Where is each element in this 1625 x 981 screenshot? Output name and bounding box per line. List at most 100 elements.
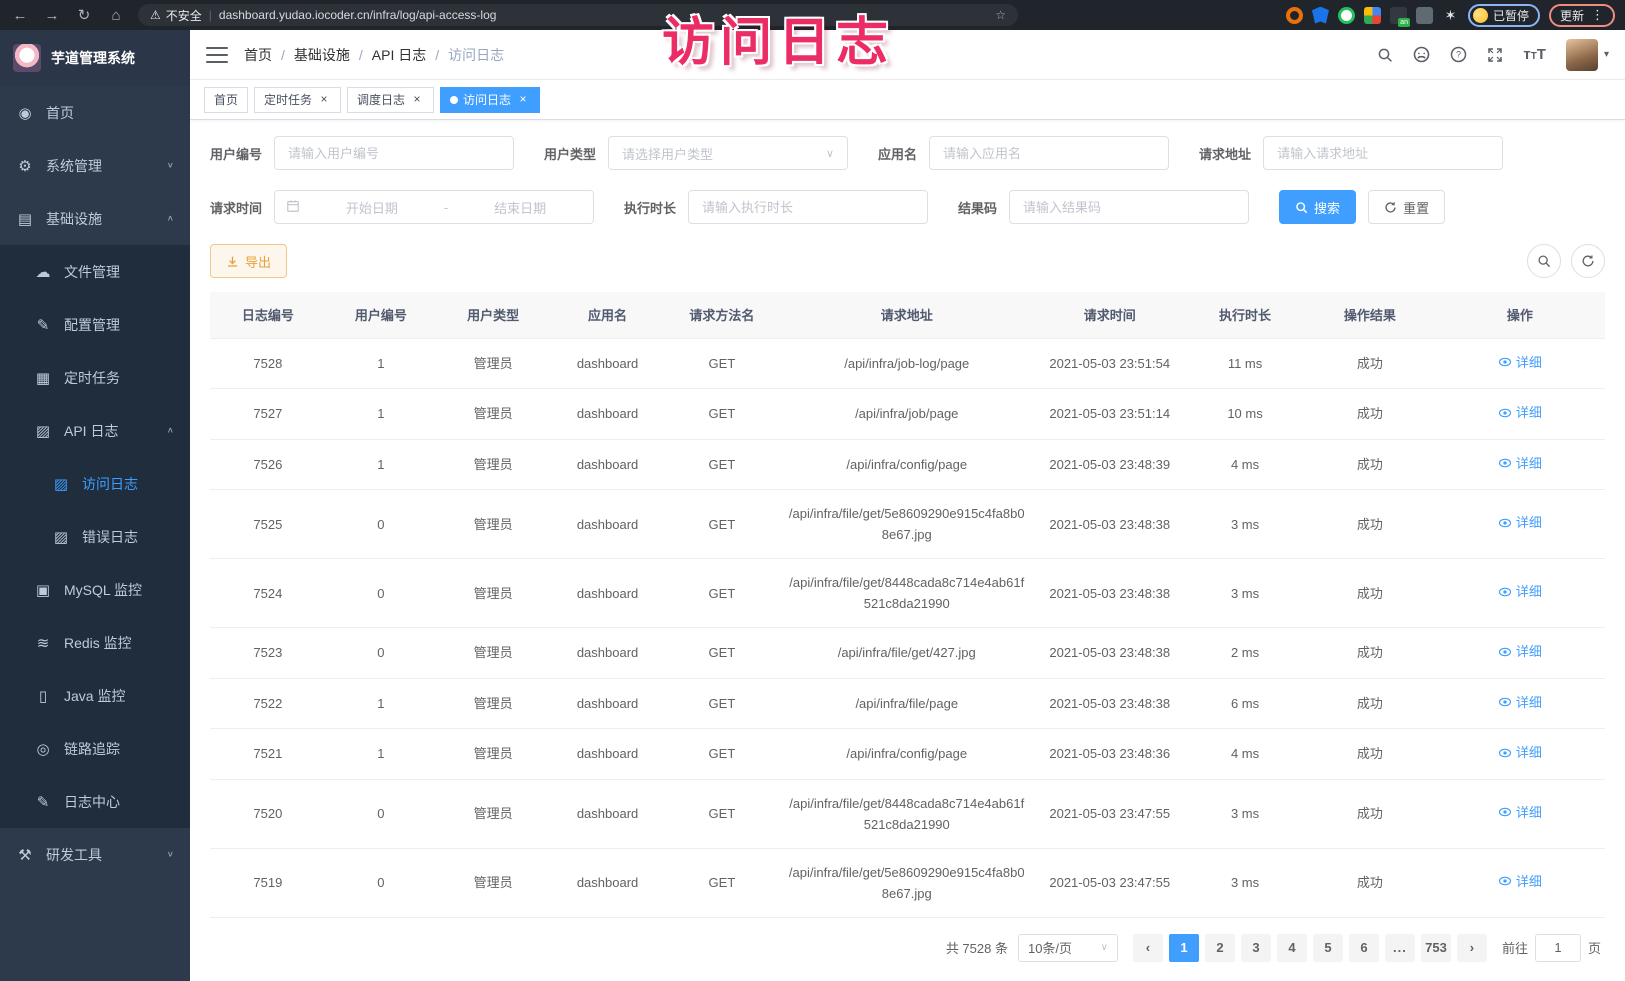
end-date-placeholder[interactable]: 结束日期 xyxy=(458,198,582,217)
column-header: 应用名 xyxy=(550,292,664,338)
detail-link[interactable]: 详细 xyxy=(1498,581,1542,602)
cell-duration: 3 ms xyxy=(1185,490,1305,559)
toggle-search-button[interactable] xyxy=(1527,244,1561,278)
table-row: 7519 0 管理员 dashboard GET /api/infra/file… xyxy=(210,848,1605,917)
browser-reload-icon[interactable]: ↻ xyxy=(74,6,94,24)
browser-menu-icon[interactable]: ⋮ xyxy=(1591,7,1604,23)
menu-item-icon: ▣ xyxy=(34,581,52,599)
detail-link[interactable]: 详细 xyxy=(1498,742,1542,763)
detail-link[interactable]: 详细 xyxy=(1498,512,1542,533)
help-icon[interactable]: ? xyxy=(1450,46,1467,63)
profile-paused-badge[interactable]: 已暂停 xyxy=(1468,4,1540,27)
page-tab[interactable]: 首页 × xyxy=(204,87,248,113)
menu-item-icon: ✎ xyxy=(34,316,52,334)
page-number-button[interactable]: 3 xyxy=(1241,934,1271,962)
detail-link[interactable]: 详细 xyxy=(1498,802,1542,823)
breadcrumb-item[interactable]: 首页 xyxy=(244,45,285,65)
sidebar-menu-item[interactable]: ▤ 基础设施 ∧ xyxy=(0,192,190,245)
fullscreen-icon[interactable] xyxy=(1487,47,1503,63)
user-menu[interactable]: ▾ xyxy=(1566,39,1609,71)
user-id-input[interactable] xyxy=(274,136,514,170)
page-number-button[interactable]: ... xyxy=(1385,934,1415,962)
extension-icon-an-badge[interactable] xyxy=(1390,7,1407,24)
sidebar-toggle-icon[interactable] xyxy=(206,47,228,63)
page-number-button[interactable]: 6 xyxy=(1349,934,1379,962)
tab-close-icon[interactable]: × xyxy=(516,93,530,107)
sidebar-menu-item[interactable]: ✎ 日志中心 xyxy=(0,775,190,828)
sidebar-logo[interactable]: 芋道管理系统 xyxy=(0,30,190,86)
menu-item-icon: ✎ xyxy=(34,793,52,811)
sidebar-menu-item[interactable]: ▨ API 日志 ∧ xyxy=(0,404,190,457)
sidebar-menu-item[interactable]: ▦ 定时任务 xyxy=(0,351,190,404)
prev-page-button[interactable]: ‹ xyxy=(1133,934,1163,962)
search-icon[interactable] xyxy=(1377,47,1393,63)
search-button[interactable]: 搜索 xyxy=(1279,190,1356,224)
sidebar-menu-item[interactable]: ▣ MySQL 监控 xyxy=(0,563,190,616)
page-number-button[interactable]: 753 xyxy=(1421,934,1451,962)
table-row: 7522 1 管理员 dashboard GET /api/infra/file… xyxy=(210,678,1605,729)
sidebar-menu-item[interactable]: ⚒ 研发工具 ∨ xyxy=(0,828,190,881)
sidebar-menu-item[interactable]: ☁ 文件管理 xyxy=(0,245,190,298)
page-number-button[interactable]: 5 xyxy=(1313,934,1343,962)
sidebar-menu-item[interactable]: ◉ 首页 xyxy=(0,86,190,139)
sidebar-menu-item[interactable]: ✎ 配置管理 xyxy=(0,298,190,351)
detail-link[interactable]: 详细 xyxy=(1498,871,1542,892)
page-tab[interactable]: 调度日志 × xyxy=(347,87,434,113)
user-avatar[interactable] xyxy=(1566,39,1598,71)
page-tab[interactable]: 访问日志 × xyxy=(440,87,540,113)
export-button[interactable]: 导出 xyxy=(210,244,287,278)
refresh-button[interactable] xyxy=(1571,244,1605,278)
browser-update-button[interactable]: 更新⋮ xyxy=(1549,4,1615,27)
page-tab[interactable]: 定时任务 × xyxy=(254,87,341,113)
sidebar-menu-item[interactable]: ◎ 链路追踪 xyxy=(0,722,190,775)
extensions-pin-icon[interactable]: ✶ xyxy=(1442,7,1459,24)
breadcrumb-item[interactable]: 访问日志 xyxy=(448,45,504,65)
detail-link[interactable]: 详细 xyxy=(1498,453,1542,474)
chevron-down-icon: ∨ xyxy=(826,147,834,160)
goto-page-input[interactable] xyxy=(1535,934,1581,962)
sidebar-menu-item[interactable]: ▯ Java 监控 xyxy=(0,669,190,722)
not-secure-warning[interactable]: ⚠不安全 xyxy=(150,7,202,24)
page-number-button[interactable]: 4 xyxy=(1277,934,1307,962)
tab-close-icon[interactable]: × xyxy=(317,93,331,107)
request-url-input[interactable] xyxy=(1263,136,1503,170)
page-number-button[interactable]: 1 xyxy=(1169,934,1199,962)
sidebar-menu-item[interactable]: ⚙ 系统管理 ∨ xyxy=(0,139,190,192)
user-type-select[interactable]: 请选择用户类型 ∨ xyxy=(608,136,848,170)
menu-item-label: 错误日志 xyxy=(82,527,138,547)
browser-forward-icon[interactable]: → xyxy=(42,7,62,24)
extension-icon-orange[interactable] xyxy=(1286,7,1303,24)
detail-link[interactable]: 详细 xyxy=(1498,402,1542,423)
sidebar-menu-item[interactable]: ▨ 错误日志 xyxy=(0,510,190,563)
table-row: 7527 1 管理员 dashboard GET /api/infra/job/… xyxy=(210,389,1605,440)
font-size-icon[interactable]: тTT xyxy=(1523,46,1546,63)
sidebar-menu-item[interactable]: ≋ Redis 监控 xyxy=(0,616,190,669)
extension-icon-green[interactable] xyxy=(1338,7,1355,24)
page-number-button[interactable]: 2 xyxy=(1205,934,1235,962)
page-size-select[interactable]: 10条/页 ∨ xyxy=(1018,934,1118,962)
extension-icon-grid[interactable] xyxy=(1364,7,1381,24)
cell-user-id: 1 xyxy=(326,678,436,729)
bookmark-star-icon[interactable]: ☆ xyxy=(995,8,1006,22)
detail-link[interactable]: 详细 xyxy=(1498,641,1542,662)
duration-input[interactable] xyxy=(688,190,928,224)
breadcrumb-item[interactable]: API 日志 xyxy=(372,45,439,65)
result-code-input[interactable] xyxy=(1009,190,1249,224)
github-icon[interactable] xyxy=(1413,46,1430,63)
tab-close-icon[interactable]: × xyxy=(410,93,424,107)
next-page-button[interactable]: › xyxy=(1457,934,1487,962)
cell-log-id: 7520 xyxy=(210,779,326,848)
extension-icon-gray[interactable] xyxy=(1416,7,1433,24)
extension-icon-shield[interactable] xyxy=(1312,7,1329,24)
date-range-picker[interactable]: 开始日期 - 结束日期 xyxy=(274,190,594,224)
start-date-placeholder[interactable]: 开始日期 xyxy=(310,198,434,217)
app-name-input[interactable] xyxy=(929,136,1169,170)
breadcrumb-item[interactable]: 基础设施 xyxy=(294,45,363,65)
sidebar-menu-item[interactable]: ▨ 访问日志 xyxy=(0,457,190,510)
browser-back-icon[interactable]: ← xyxy=(10,7,30,24)
address-bar[interactable]: ⚠不安全 | dashboard.yudao.iocoder.cn/infra/… xyxy=(138,4,1018,26)
detail-link[interactable]: 详细 xyxy=(1498,352,1542,373)
detail-link[interactable]: 详细 xyxy=(1498,692,1542,713)
browser-home-icon[interactable]: ⌂ xyxy=(106,7,126,24)
reset-button[interactable]: 重置 xyxy=(1368,190,1445,224)
